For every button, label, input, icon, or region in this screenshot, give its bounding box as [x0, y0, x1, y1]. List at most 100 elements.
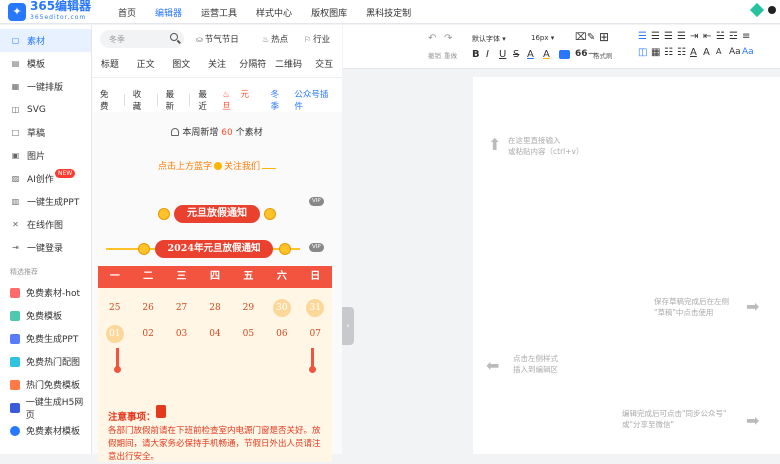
- line-height-icon[interactable]: ☱: [716, 31, 729, 42]
- sidebar-item-layout[interactable]: ▦ 一键排版: [0, 75, 91, 98]
- underline-decoration: [262, 168, 277, 169]
- sidebar-item-draft[interactable]: □ 草稿: [0, 121, 91, 144]
- quick-hot[interactable]: ♨ 热点: [262, 33, 288, 46]
- hint-publish: 编辑完成后可点击"同步公众号" 或"分享至微信": [622, 409, 727, 429]
- user-avatar[interactable]: [768, 6, 776, 14]
- brand-logo[interactable]: ✦ 365编辑器 365editor.com: [8, 0, 91, 23]
- filter-newest[interactable]: 最新: [166, 88, 182, 112]
- material-2024-notice[interactable]: 2024年元旦放假通知: [98, 240, 308, 258]
- table-icon[interactable]: ▦: [651, 47, 664, 58]
- sidebar-item-svg[interactable]: ◫ SVG: [0, 98, 91, 121]
- list-ordered-icon[interactable]: ☷: [664, 47, 677, 58]
- tag-plugin[interactable]: 公众号插件: [294, 88, 334, 112]
- tab-title[interactable]: 标题: [92, 57, 128, 70]
- tab-image-text[interactable]: 图文: [163, 57, 199, 70]
- clear-format-icon[interactable]: ⌧: [575, 32, 587, 43]
- recommend-item-free-material[interactable]: 免费素材-hot: [0, 281, 91, 304]
- notice-title: 注意事项：: [108, 412, 156, 423]
- hr-button[interactable]: —: [588, 48, 598, 59]
- material-panel: 冬季 ⛀ 节气节日 ♨ 热点 ⚐ 行业 标题 正文 图文 关注 分隔符 二维码 交互 …: [92, 25, 342, 462]
- bg-color-button[interactable]: A: [543, 49, 550, 60]
- strike-button[interactable]: S: [513, 49, 519, 60]
- font-color-button[interactable]: A: [527, 49, 534, 60]
- quote-button[interactable]: 66: [575, 49, 588, 59]
- calendar-day: 03: [175, 329, 188, 339]
- tab-interactive[interactable]: 交互: [306, 57, 342, 70]
- recommend-item-hot-images[interactable]: 免费热门配图: [0, 350, 91, 373]
- tag-winter[interactable]: 冬季: [271, 88, 287, 112]
- list-bullet-icon[interactable]: ☷: [677, 47, 690, 58]
- material-icon: ▢: [11, 36, 20, 45]
- spacing-icon[interactable]: ☲: [729, 31, 742, 42]
- recommend-item-material-template[interactable]: 免费素材模板: [0, 419, 91, 442]
- nav-style-center[interactable]: 样式中心: [256, 6, 292, 19]
- hint-save: 保存草稿完成后在左侧 "草稿"中点击使用: [654, 297, 729, 317]
- sidebar-item-ai[interactable]: ▨ AI创作 NEW: [0, 167, 91, 190]
- search-input[interactable]: 冬季: [100, 30, 184, 48]
- material-follow-card[interactable]: 点击上方蓝字 关注我们: [92, 159, 342, 172]
- tab-divider[interactable]: 分隔符: [235, 57, 271, 70]
- filter-free[interactable]: 免费: [100, 88, 116, 112]
- quick-industry[interactable]: ⚐ 行业: [304, 33, 330, 46]
- bell-icon: [171, 128, 180, 136]
- paint-icon[interactable]: ✎: [587, 32, 595, 43]
- case-icon[interactable]: Aa: [729, 47, 742, 58]
- filter-favorite[interactable]: 收藏: [133, 88, 149, 112]
- arrow-right-icon: ➡: [746, 297, 760, 316]
- size-select[interactable]: 16px ▾: [531, 34, 554, 42]
- recommend-item-hot-template[interactable]: 热门免费模板: [0, 373, 91, 396]
- font-select[interactable]: 默认字体 ▾: [472, 34, 506, 44]
- nav-editor[interactable]: 编辑器: [155, 6, 182, 19]
- outdent-icon[interactable]: ⇤: [703, 31, 716, 42]
- vip-diamond-icon[interactable]: [749, 2, 765, 18]
- tab-qrcode[interactable]: 二维码: [271, 57, 307, 70]
- tab-body[interactable]: 正文: [128, 57, 164, 70]
- bold-button[interactable]: B: [472, 49, 480, 60]
- nav-copyright-gallery[interactable]: 版权图库: [311, 6, 347, 19]
- sidebar-item-template[interactable]: ▤ 模板: [0, 52, 91, 75]
- underline-button[interactable]: U: [499, 49, 506, 60]
- align-justify-icon[interactable]: ☰: [677, 31, 690, 42]
- sidebar-item-login[interactable]: ⇥ 一键登录: [0, 236, 91, 259]
- indent-icon[interactable]: ⇥: [690, 31, 703, 42]
- sidebar-item-design[interactable]: ✕ 在线作图: [0, 213, 91, 236]
- ppt-icon: ▥: [11, 197, 20, 206]
- undo-icon[interactable]: ↶: [428, 33, 436, 44]
- align-right-icon[interactable]: ☰: [664, 31, 677, 42]
- nav-home[interactable]: 首页: [118, 6, 136, 19]
- search-icon[interactable]: [170, 33, 178, 41]
- align-left-icon[interactable]: ☰: [638, 31, 651, 42]
- tag-new-year[interactable]: ♨ 元旦: [222, 88, 262, 112]
- material-holiday-notice[interactable]: 元旦放假通知: [158, 205, 276, 223]
- font-size-up-icon[interactable]: A: [703, 47, 716, 58]
- sidebar-item-material[interactable]: ▢ 素材: [0, 29, 91, 52]
- italic-button[interactable]: I: [486, 49, 489, 60]
- collapse-panel-button[interactable]: ‹: [342, 307, 354, 345]
- sidebar-item-image[interactable]: ▣ 图片: [0, 144, 91, 167]
- top-nav-bar: ✦ 365编辑器 365editor.com 首页 编辑器 运营工具 样式中心 …: [0, 0, 780, 24]
- editor-canvas[interactable]: [473, 77, 780, 454]
- font-size-down-icon[interactable]: A: [716, 47, 729, 58]
- quick-festival[interactable]: ⛀ 节气节日: [196, 33, 239, 46]
- tab-follow[interactable]: 关注: [199, 57, 235, 70]
- weekly-count: 本周新增 60 个素材: [92, 125, 342, 138]
- hint-style: 点击左侧样式 插入到编辑区: [513, 354, 558, 374]
- image-insert-icon[interactable]: [559, 50, 570, 59]
- align-center-icon[interactable]: ☰: [651, 31, 664, 42]
- recommend-item-h5[interactable]: 一键生成H5网页: [0, 396, 91, 421]
- recommend-item-free-ppt[interactable]: 免费生成PPT: [0, 327, 91, 350]
- ai-icon: ▨: [11, 174, 20, 183]
- recommend-icon: [10, 356, 20, 367]
- case-alt-icon[interactable]: Aa: [742, 47, 755, 58]
- filter-recent[interactable]: 最近: [198, 88, 214, 112]
- format-brush-icon[interactable]: ⊞: [599, 30, 609, 44]
- redo-icon[interactable]: ↷: [444, 33, 452, 44]
- block-icon[interactable]: ◫: [638, 47, 651, 58]
- design-icon: ✕: [12, 220, 19, 229]
- letter-spacing-icon[interactable]: A: [690, 47, 703, 58]
- recommend-item-free-template[interactable]: 免费模板: [0, 304, 91, 327]
- more-icon[interactable]: ≡: [742, 31, 755, 42]
- sidebar-item-ppt[interactable]: ▥ 一键生成PPT: [0, 190, 91, 213]
- nav-ops-tools[interactable]: 运营工具: [201, 6, 237, 19]
- nav-custom[interactable]: 黑科技定制: [366, 6, 411, 19]
